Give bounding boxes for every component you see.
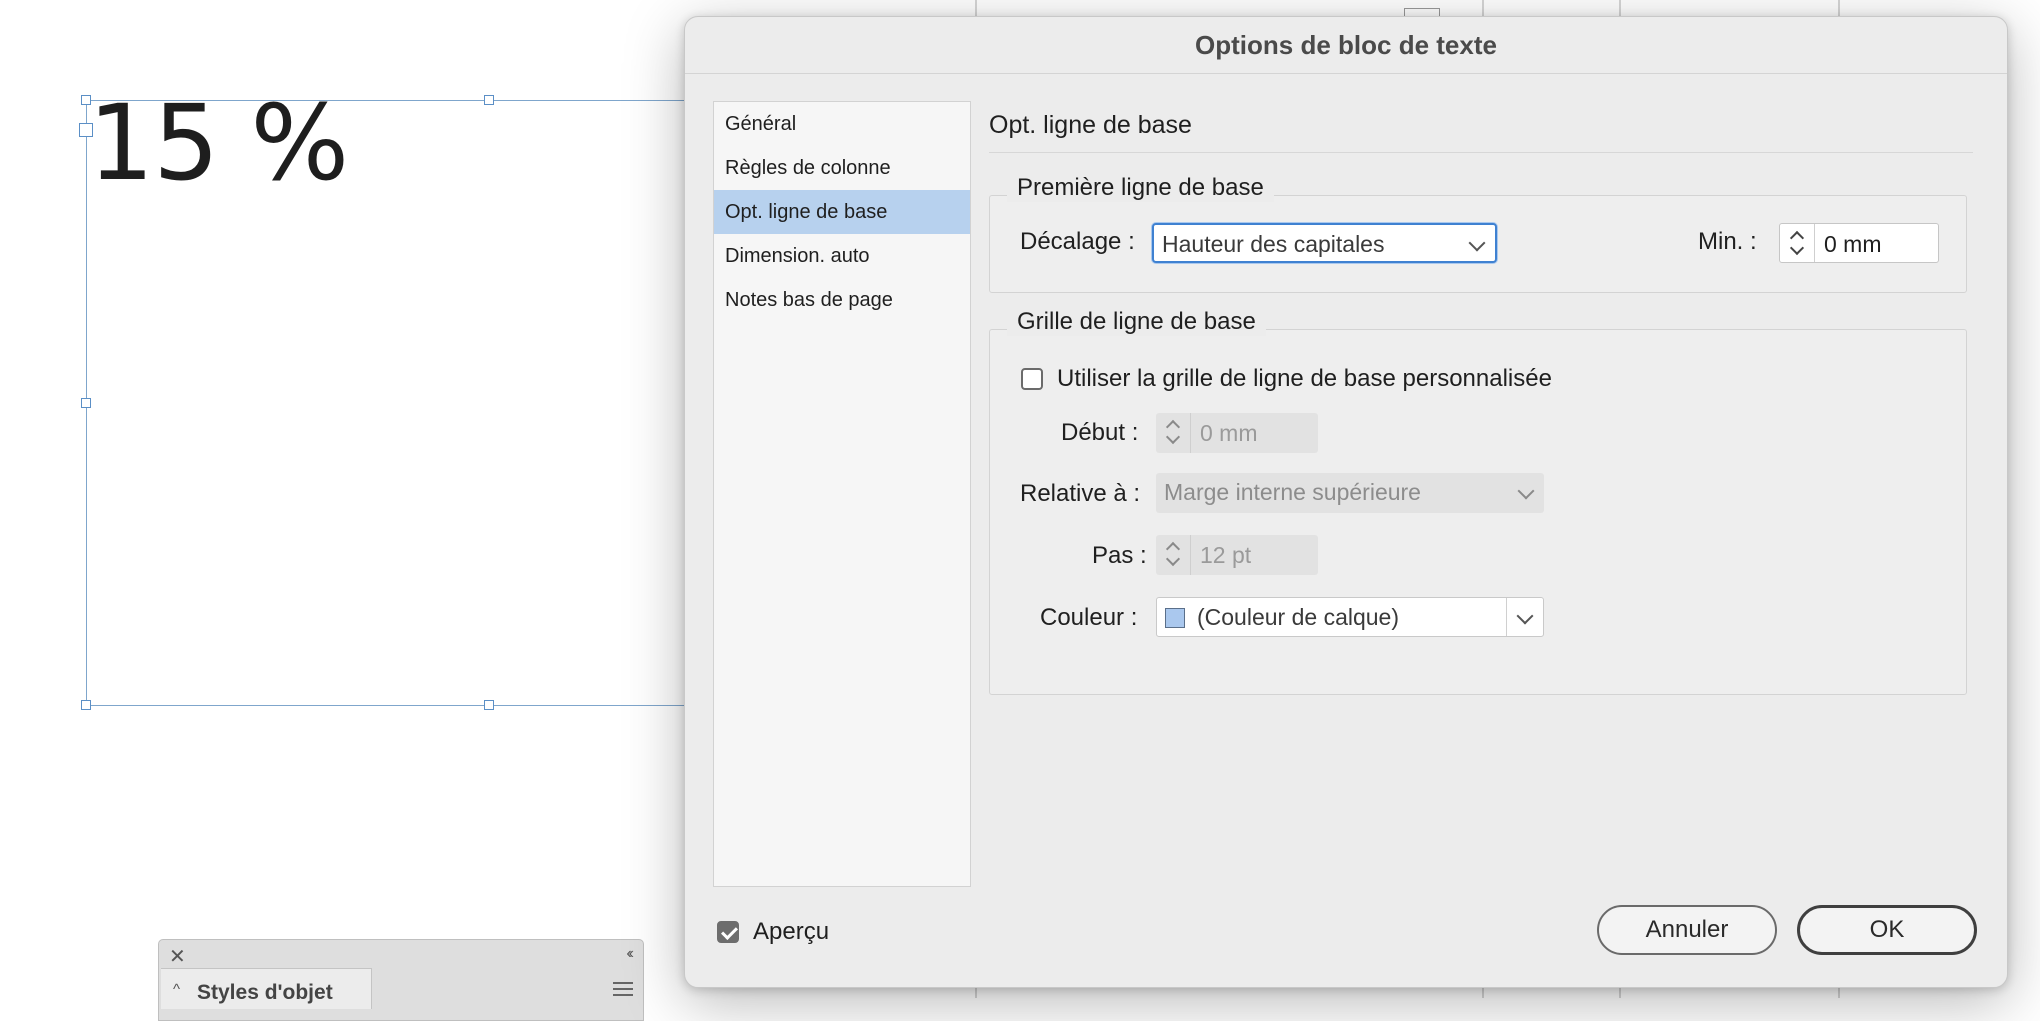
offset-dropdown[interactable]: Hauteur des capitales: [1152, 223, 1497, 263]
min-label: Min. :: [1698, 228, 1757, 255]
stepper-arrows[interactable]: [1780, 224, 1815, 262]
custom-grid-checkbox[interactable]: [1021, 368, 1043, 390]
section-divider: [989, 152, 1973, 153]
sidebar-item-auto-size[interactable]: Dimension. auto: [714, 234, 970, 278]
chevron-down-icon: [1516, 607, 1534, 625]
relative-label: Relative à :: [1020, 480, 1141, 507]
object-styles-panel: ✕ ‹‹ ^ Styles d'objet: [158, 939, 644, 1021]
panel-menu-icon[interactable]: [613, 982, 633, 996]
tab-label: Styles d'objet: [197, 981, 333, 1004]
start-stepper[interactable]: 0 mm: [1156, 413, 1318, 453]
custom-grid-label[interactable]: Utiliser la grille de ligne de base pers…: [1057, 365, 1552, 393]
first-baseline-group: Première ligne de base Décalage : Hauteu…: [989, 174, 1967, 293]
group-legend: Grille de ligne de base: [1007, 308, 1266, 336]
chevron-down-icon: [1789, 240, 1805, 256]
sidebar-item-baseline-options[interactable]: Opt. ligne de base: [714, 190, 970, 234]
sidebar-item-footnotes[interactable]: Notes bas de page: [714, 278, 970, 322]
stepper-arrows[interactable]: [1156, 413, 1191, 453]
chevron-down-icon: [1468, 234, 1486, 252]
text-frame-options-dialog: Options de bloc de texte Général Règles …: [684, 16, 2008, 988]
chevron-down-icon: [1517, 482, 1535, 500]
frame-handle-bm[interactable]: [484, 700, 494, 710]
category-sidebar: Général Règles de colonne Opt. ligne de …: [713, 101, 971, 887]
frame-handle-ml[interactable]: [81, 398, 91, 408]
chevron-up-icon: ^: [173, 981, 181, 998]
sidebar-item-column-rules[interactable]: Règles de colonne: [714, 146, 970, 190]
offset-value: Hauteur des capitales: [1162, 231, 1385, 257]
min-stepper[interactable]: 0 mm: [1779, 223, 1939, 263]
increment-stepper[interactable]: 12 pt: [1156, 535, 1318, 575]
increment-value: 12 pt: [1200, 542, 1252, 568]
sidebar-item-general[interactable]: Général: [714, 102, 970, 146]
relative-dropdown[interactable]: Marge interne supérieure: [1156, 473, 1544, 513]
frame-handle-tm[interactable]: [484, 95, 494, 105]
color-value: (Couleur de calque): [1197, 604, 1400, 630]
color-dropdown[interactable]: (Couleur de calque): [1156, 597, 1544, 637]
preview-checkbox[interactable]: [717, 921, 739, 943]
ok-button[interactable]: OK: [1797, 905, 1977, 955]
baseline-grid-group: Grille de ligne de base Utiliser la gril…: [989, 308, 1967, 695]
group-legend: Première ligne de base: [1007, 174, 1274, 202]
chevron-down-icon: [1165, 551, 1181, 567]
preview-label[interactable]: Aperçu: [753, 918, 829, 946]
color-swatch: [1165, 608, 1185, 628]
frame-text: 15 %: [88, 82, 349, 204]
stepper-arrows[interactable]: [1156, 535, 1191, 575]
cancel-button[interactable]: Annuler: [1597, 905, 1777, 955]
dropdown-divider: [1506, 598, 1507, 636]
min-value: 0 mm: [1824, 231, 1882, 257]
start-value: 0 mm: [1200, 420, 1258, 446]
relative-value: Marge interne supérieure: [1164, 479, 1421, 505]
close-icon[interactable]: ✕: [169, 944, 186, 969]
section-title: Opt. ligne de base: [989, 111, 1192, 139]
collapse-icon[interactable]: ‹‹: [626, 945, 633, 963]
dialog-titlebar[interactable]: Options de bloc de texte: [685, 17, 2007, 74]
tab-object-styles[interactable]: ^ Styles d'objet: [161, 968, 372, 1009]
offset-label: Décalage :: [1020, 228, 1135, 255]
dialog-title: Options de bloc de texte: [1195, 30, 1497, 60]
chevron-down-icon: [1165, 429, 1181, 445]
start-label: Début :: [1061, 419, 1139, 446]
frame-handle-bl[interactable]: [81, 700, 91, 710]
increment-label: Pas :: [1092, 542, 1147, 569]
color-label: Couleur :: [1040, 604, 1138, 631]
